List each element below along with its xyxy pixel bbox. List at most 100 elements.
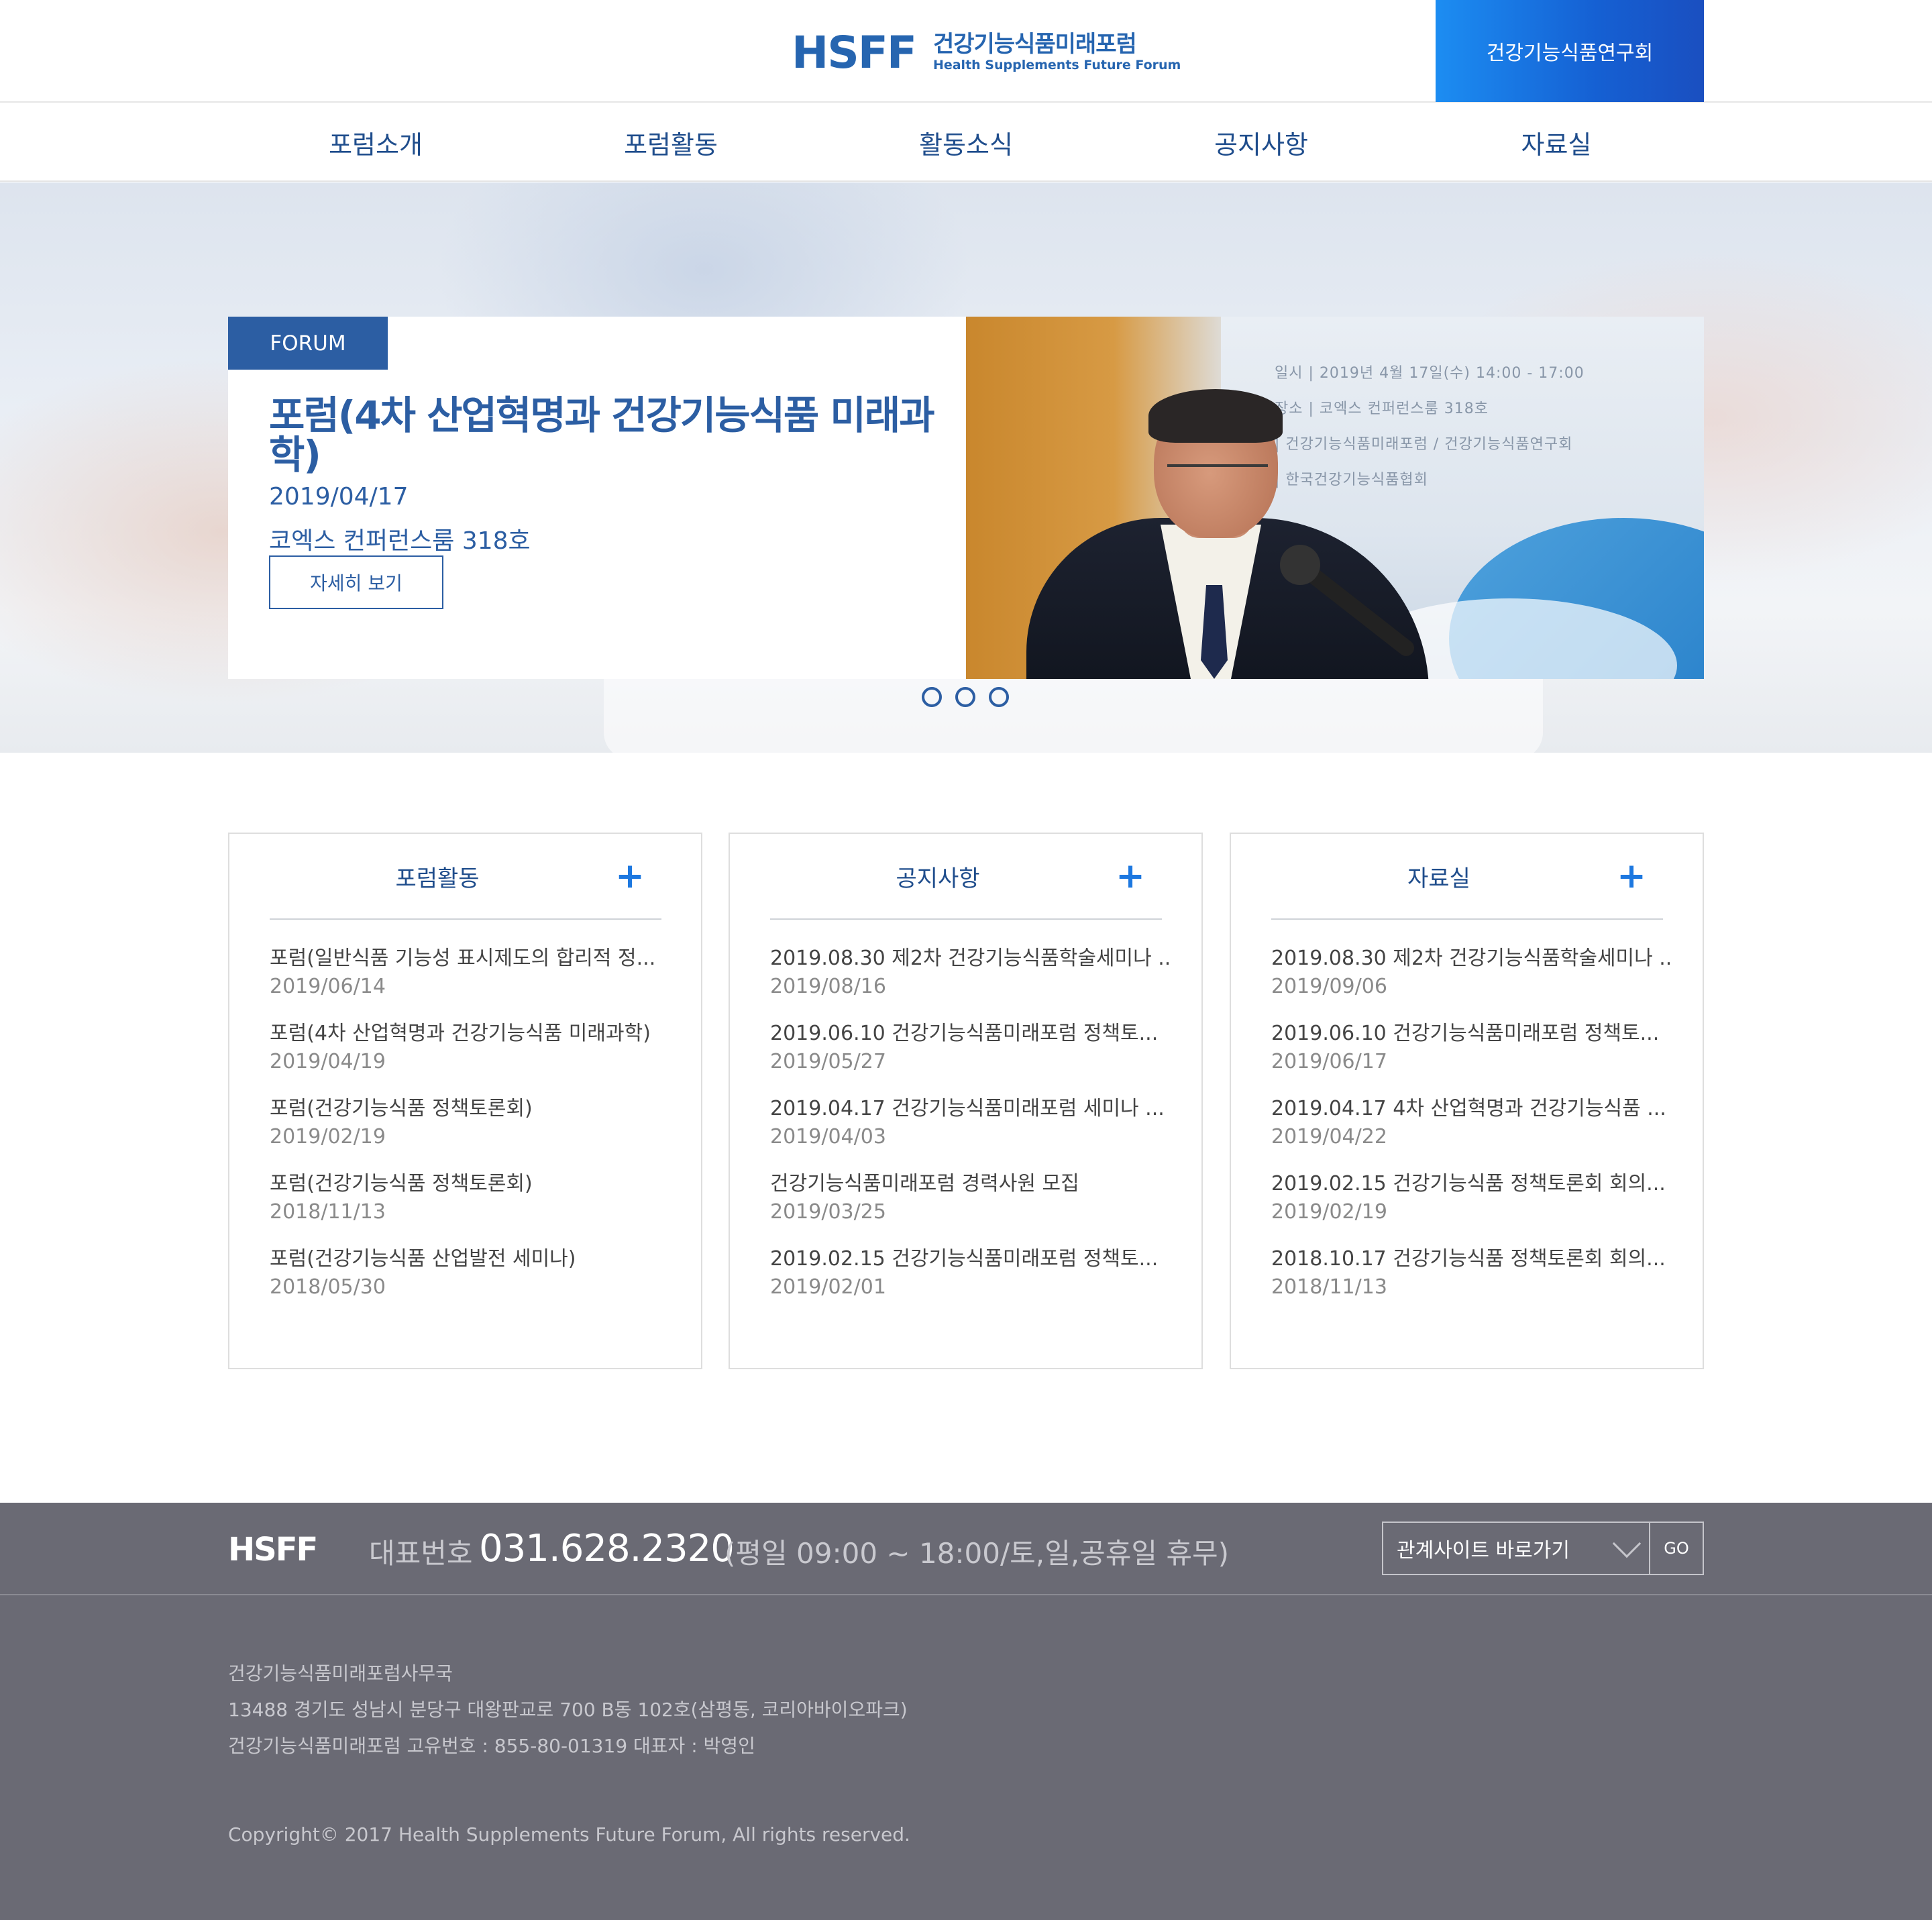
view-details-button[interactable]: 자세히 보기 — [269, 555, 443, 609]
item-date: 2019/02/19 — [1271, 1200, 1387, 1224]
item-date: 2019/08/16 — [770, 975, 886, 998]
board-title[interactable]: 자료실 — [1271, 834, 1607, 918]
board-list: 포럼(일반식품 기능성 표시제도의 합리적 정... 2019/06/14 포럼(… — [270, 945, 672, 1321]
list-item[interactable]: 2019.08.30 제2차 건강기능식품학술세미나 ... 2019/08/16 — [770, 945, 1173, 1020]
list-item[interactable]: 2019.08.30 제2차 건강기능식품학술세미나 ... 2019/09/06 — [1271, 945, 1674, 1020]
plus-icon[interactable]: + — [1114, 858, 1147, 894]
item-title[interactable]: 2019.02.15 건강기능식품 정책토론회 회의... — [1271, 1171, 1674, 1197]
nav-item-forum-activity[interactable]: 포럼활동 — [523, 103, 818, 182]
microphone-icon — [1280, 545, 1320, 585]
top-header: HSFF 건강기능식품미래포럼 Health Supplements Futur… — [0, 0, 1932, 103]
item-title[interactable]: 포럼(건강기능식품 정책토론회) — [270, 1096, 672, 1122]
nav-item-notices[interactable]: 공지사항 — [1114, 103, 1409, 182]
photo-backdrop-text: 일시 | 2019년 4월 17일(수) 14:00 - 17:00 장소 | … — [1275, 356, 1585, 498]
footer-registration: 건강기능식품미래포럼 고유번호 : 855-80-01319 대표자 : 박영인 — [228, 1735, 755, 1757]
slide-dot-2[interactable] — [955, 687, 975, 707]
list-item[interactable]: 2019.06.10 건강기능식품미래포럼 정책토... 2019/06/17 — [1271, 1020, 1674, 1096]
board-header: 공지사항 + — [770, 834, 1162, 920]
chevron-down-icon — [1612, 1529, 1642, 1558]
list-item[interactable]: 포럼(건강기능식품 산업발전 세미나) 2018/05/30 — [270, 1246, 672, 1321]
item-date: 2019/06/17 — [1271, 1050, 1387, 1073]
photo-text-line: | 건강기능식품미래포럼 / 건강기능식품연구회 — [1275, 436, 1573, 453]
plus-icon[interactable]: + — [1615, 858, 1648, 894]
slide-dot-3[interactable] — [989, 687, 1009, 707]
item-title[interactable]: 2019.06.10 건강기능식품미래포럼 정책토... — [770, 1020, 1173, 1047]
list-item[interactable]: 2018.10.17 건강기능식품 정책토론회 회의... 2018/11/13 — [1271, 1246, 1674, 1321]
hero-slide: FORUM 포럼(4차 산업혁명과 건강기능식품 미래과학) 2019/04/1… — [228, 317, 1704, 679]
item-title[interactable]: 포럼(건강기능식품 산업발전 세미나) — [270, 1246, 672, 1273]
item-title[interactable]: 2019.08.30 제2차 건강기능식품학술세미나 ... — [1271, 945, 1674, 972]
item-title[interactable]: 2019.08.30 제2차 건강기능식품학술세미나 ... — [770, 945, 1173, 972]
list-item[interactable]: 2019.02.15 건강기능식품 정책토론회 회의... 2019/02/19 — [1271, 1171, 1674, 1246]
slide-content: FORUM 포럼(4차 산업혁명과 건강기능식품 미래과학) 2019/04/1… — [228, 317, 966, 679]
slide-category-tag: FORUM — [228, 317, 388, 370]
list-item[interactable]: 포럼(일반식품 기능성 표시제도의 합리적 정... 2019/06/14 — [270, 945, 672, 1020]
nav-item-activity-news[interactable]: 활동소식 — [818, 103, 1114, 182]
item-title[interactable]: 2019.04.17 건강기능식품미래포럼 세미나 ... — [770, 1096, 1173, 1122]
photo-text-line: | 한국건강기능식품협회 — [1275, 472, 1428, 488]
item-date: 2019/05/27 — [770, 1050, 886, 1073]
footer-info: 건강기능식품미래포럼사무국 13488 경기도 성남시 분당구 대왕판교로 70… — [228, 1656, 908, 1764]
go-button[interactable]: GO — [1649, 1522, 1704, 1575]
research-society-button[interactable]: 건강기능식품연구회 — [1436, 0, 1704, 102]
item-title[interactable]: 2019.02.15 건강기능식품미래포럼 정책토... — [770, 1246, 1173, 1273]
slide-title: 포럼(4차 산업혁명과 건강기능식품 미래과학) — [269, 392, 935, 478]
logo-english-name: Health Supplements Future Forum — [932, 58, 1181, 73]
list-item[interactable]: 포럼(건강기능식품 정책토론회) 2018/11/13 — [270, 1171, 672, 1246]
plus-icon[interactable]: + — [613, 858, 647, 894]
item-title[interactable]: 포럼(일반식품 기능성 표시제도의 합리적 정... — [270, 945, 672, 972]
list-item[interactable]: 2019.04.17 4차 산업혁명과 건강기능식품 ... 2019/04/22 — [1271, 1096, 1674, 1171]
list-item[interactable]: 건강기능식품미래포럼 경력사원 모집 2019/03/25 — [770, 1171, 1173, 1246]
item-title[interactable]: 2018.10.17 건강기능식품 정책토론회 회의... — [1271, 1246, 1674, 1273]
board-forum-activity: 포럼활동 + 포럼(일반식품 기능성 표시제도의 합리적 정... 2019/06… — [228, 833, 702, 1369]
list-item[interactable]: 2019.02.15 건강기능식품미래포럼 정책토... 2019/02/01 — [770, 1246, 1173, 1321]
item-title[interactable]: 포럼(4차 산업혁명과 건강기능식품 미래과학) — [270, 1020, 672, 1047]
board-notices: 공지사항 + 2019.08.30 제2차 건강기능식품학술세미나 ... 201… — [729, 833, 1203, 1369]
phone-label: 대표번호 — [369, 1537, 473, 1570]
item-date: 2019/02/01 — [770, 1275, 886, 1299]
nav-item-forum-intro[interactable]: 포럼소개 — [228, 103, 523, 182]
footer-org-name: 건강기능식품미래포럼사무국 — [228, 1662, 453, 1685]
board-list: 2019.08.30 제2차 건강기능식품학술세미나 ... 2019/09/06… — [1271, 945, 1674, 1321]
slide-pagination — [922, 687, 1009, 707]
item-date: 2019/02/19 — [270, 1125, 386, 1149]
slide-date: 2019/04/17 — [269, 483, 409, 511]
list-item[interactable]: 포럼(건강기능식품 정책토론회) 2019/02/19 — [270, 1096, 672, 1171]
nav-item-archive[interactable]: 자료실 — [1409, 103, 1704, 182]
footer-contact-bar: HSFF 대표번호 031.628.2320 (평일 09:00 ~ 18:00… — [0, 1503, 1932, 1595]
hero-banner: FORUM 포럼(4차 산업혁명과 건강기능식품 미래과학) 2019/04/1… — [0, 182, 1932, 753]
slide-location: 코엑스 컨퍼런스룸 318호 — [269, 527, 531, 555]
related-sites-label: 관계사이트 바로가기 — [1397, 1539, 1570, 1562]
list-item[interactable]: 2019.06.10 건강기능식품미래포럼 정책토... 2019/05/27 — [770, 1020, 1173, 1096]
logo-text: 건강기능식품미래포럼 Health Supplements Future For… — [933, 32, 1181, 74]
site-logo[interactable]: HSFF 건강기능식품미래포럼 Health Supplements Futur… — [792, 30, 1181, 76]
slide-dot-1[interactable] — [922, 687, 942, 707]
logo-mark: HSFF — [792, 27, 917, 78]
item-date: 2019/04/03 — [770, 1125, 886, 1149]
related-sites-select[interactable]: 관계사이트 바로가기 — [1382, 1522, 1650, 1575]
item-date: 2019/04/22 — [1271, 1125, 1387, 1149]
item-date: 2018/11/13 — [270, 1200, 386, 1224]
footer-address: 13488 경기도 성남시 분당구 대왕판교로 700 B동 102호(삼평동,… — [228, 1699, 908, 1721]
speaker-hair — [1148, 389, 1283, 443]
item-title[interactable]: 2019.06.10 건강기능식품미래포럼 정책토... — [1271, 1020, 1674, 1047]
footer-logo: HSFF — [228, 1531, 318, 1568]
item-title[interactable]: 건강기능식품미래포럼 경력사원 모집 — [770, 1171, 1173, 1197]
list-item[interactable]: 포럼(4차 산업혁명과 건강기능식품 미래과학) 2019/04/19 — [270, 1020, 672, 1096]
item-title[interactable]: 포럼(건강기능식품 정책토론회) — [270, 1171, 672, 1197]
item-date: 2019/03/25 — [770, 1200, 886, 1224]
board-header: 자료실 + — [1271, 834, 1663, 920]
board-title[interactable]: 공지사항 — [770, 834, 1106, 918]
board-archive: 자료실 + 2019.08.30 제2차 건강기능식품학술세미나 ... 2019… — [1230, 833, 1704, 1369]
board-title[interactable]: 포럼활동 — [270, 834, 605, 918]
photo-text-line: 일시 | 2019년 4월 17일(수) 14:00 - 17:00 — [1275, 365, 1585, 382]
board-header: 포럼활동 + — [270, 834, 661, 920]
footer-copyright: Copyright© 2017 Health Supplements Futur… — [228, 1823, 910, 1846]
item-date: 2018/11/13 — [1271, 1275, 1387, 1299]
item-title[interactable]: 2019.04.17 4차 산업혁명과 건강기능식품 ... — [1271, 1096, 1674, 1122]
logo-korean-name: 건강기능식품미래포럼 — [932, 30, 1137, 58]
item-date: 2019/06/14 — [270, 975, 386, 998]
list-item[interactable]: 2019.04.17 건강기능식품미래포럼 세미나 ... 2019/04/03 — [770, 1096, 1173, 1171]
speaker-glasses — [1167, 464, 1268, 486]
item-date: 2019/09/06 — [1271, 975, 1387, 998]
